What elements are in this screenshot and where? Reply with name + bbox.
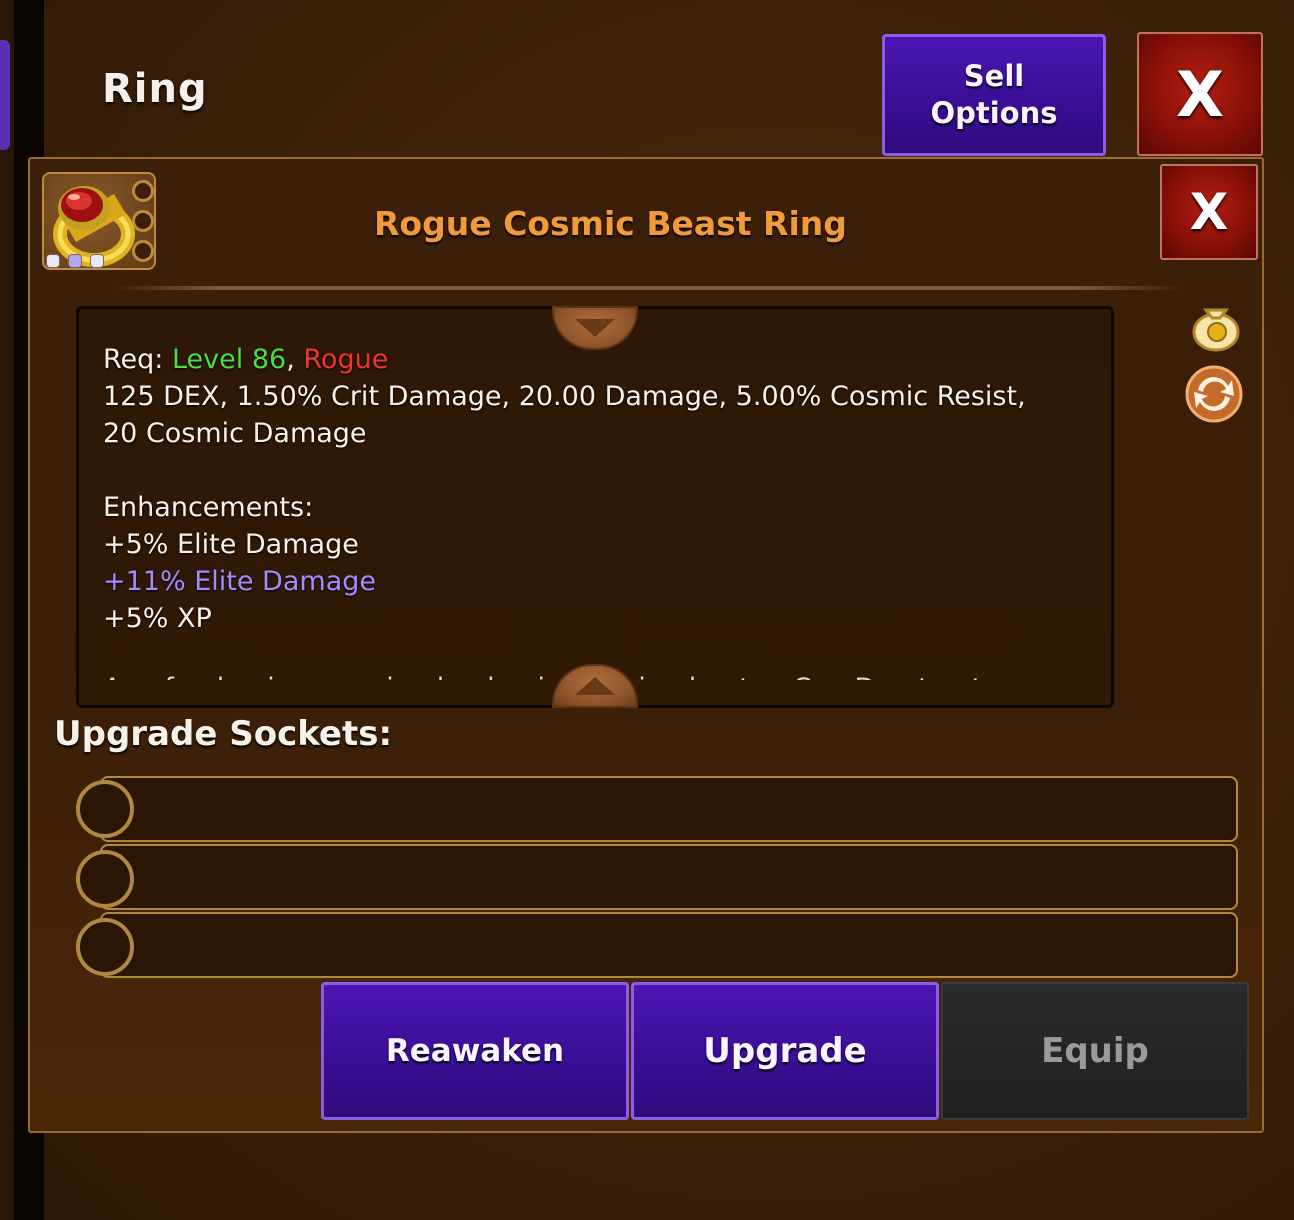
req-prefix: Req: — [103, 344, 172, 375]
close-item-button[interactable]: X — [1160, 164, 1258, 260]
gem-indicator — [46, 254, 60, 268]
chevron-up-icon — [575, 677, 615, 695]
sell-options-button[interactable]: Sell Options — [882, 34, 1106, 156]
sell-options-label-line2: Options — [930, 96, 1058, 130]
upgrade-sockets-label: Upgrade Sockets: — [54, 714, 393, 754]
enhancement-item: +5% Elite Damage — [103, 529, 359, 560]
req-separator: , — [286, 344, 304, 375]
item-name: Rogue Cosmic Beast Ring — [374, 204, 847, 243]
refresh-exchange-icon[interactable] — [1184, 364, 1244, 424]
upgrade-button[interactable]: Upgrade — [631, 982, 939, 1120]
item-socket-slot — [132, 240, 154, 262]
stats-line: 125 DEX, 1.50% Crit Damage, 20.00 Damage… — [103, 381, 1026, 412]
enhancement-item: +5% XP — [103, 603, 212, 634]
item-description-box[interactable]: Req: Level 86, Rogue 125 DEX, 1.50% Crit… — [76, 306, 1114, 708]
socket-ring-icon — [76, 918, 134, 976]
req-class: Rogue — [303, 344, 389, 375]
enhancement-item: +11% Elite Damage — [103, 566, 376, 597]
upgrade-socket-slot[interactable] — [100, 776, 1238, 842]
socket-ring-icon — [76, 780, 134, 838]
upgrade-socket-slot[interactable] — [100, 912, 1238, 978]
reawaken-button[interactable]: Reawaken — [321, 982, 629, 1120]
gem-indicator — [68, 254, 82, 268]
money-bag-icon[interactable] — [1186, 292, 1246, 352]
req-level: Level 86 — [171, 344, 287, 375]
item-socket-slot — [132, 210, 154, 232]
header-divider — [112, 286, 1182, 290]
equip-button[interactable]: Equip — [941, 982, 1249, 1120]
gem-indicator — [90, 254, 104, 268]
upgrade-socket-slot[interactable] — [100, 844, 1238, 910]
page-title: Ring — [102, 66, 208, 112]
sell-options-label-line1: Sell — [963, 59, 1025, 93]
item-socket-slot — [132, 180, 154, 202]
item-description-text: Req: Level 86, Rogue 125 DEX, 1.50% Crit… — [103, 341, 1103, 680]
close-icon: X — [1176, 57, 1224, 131]
close-window-button[interactable]: X — [1137, 32, 1263, 156]
close-icon: X — [1189, 183, 1229, 241]
socket-ring-icon — [76, 850, 134, 908]
item-icon-frame — [42, 172, 156, 270]
left-side-tab[interactable] — [0, 40, 10, 150]
chevron-down-icon — [575, 319, 615, 337]
stats-line: 20 Cosmic Damage — [103, 418, 367, 449]
enhancements-title: Enhancements: — [103, 492, 314, 523]
